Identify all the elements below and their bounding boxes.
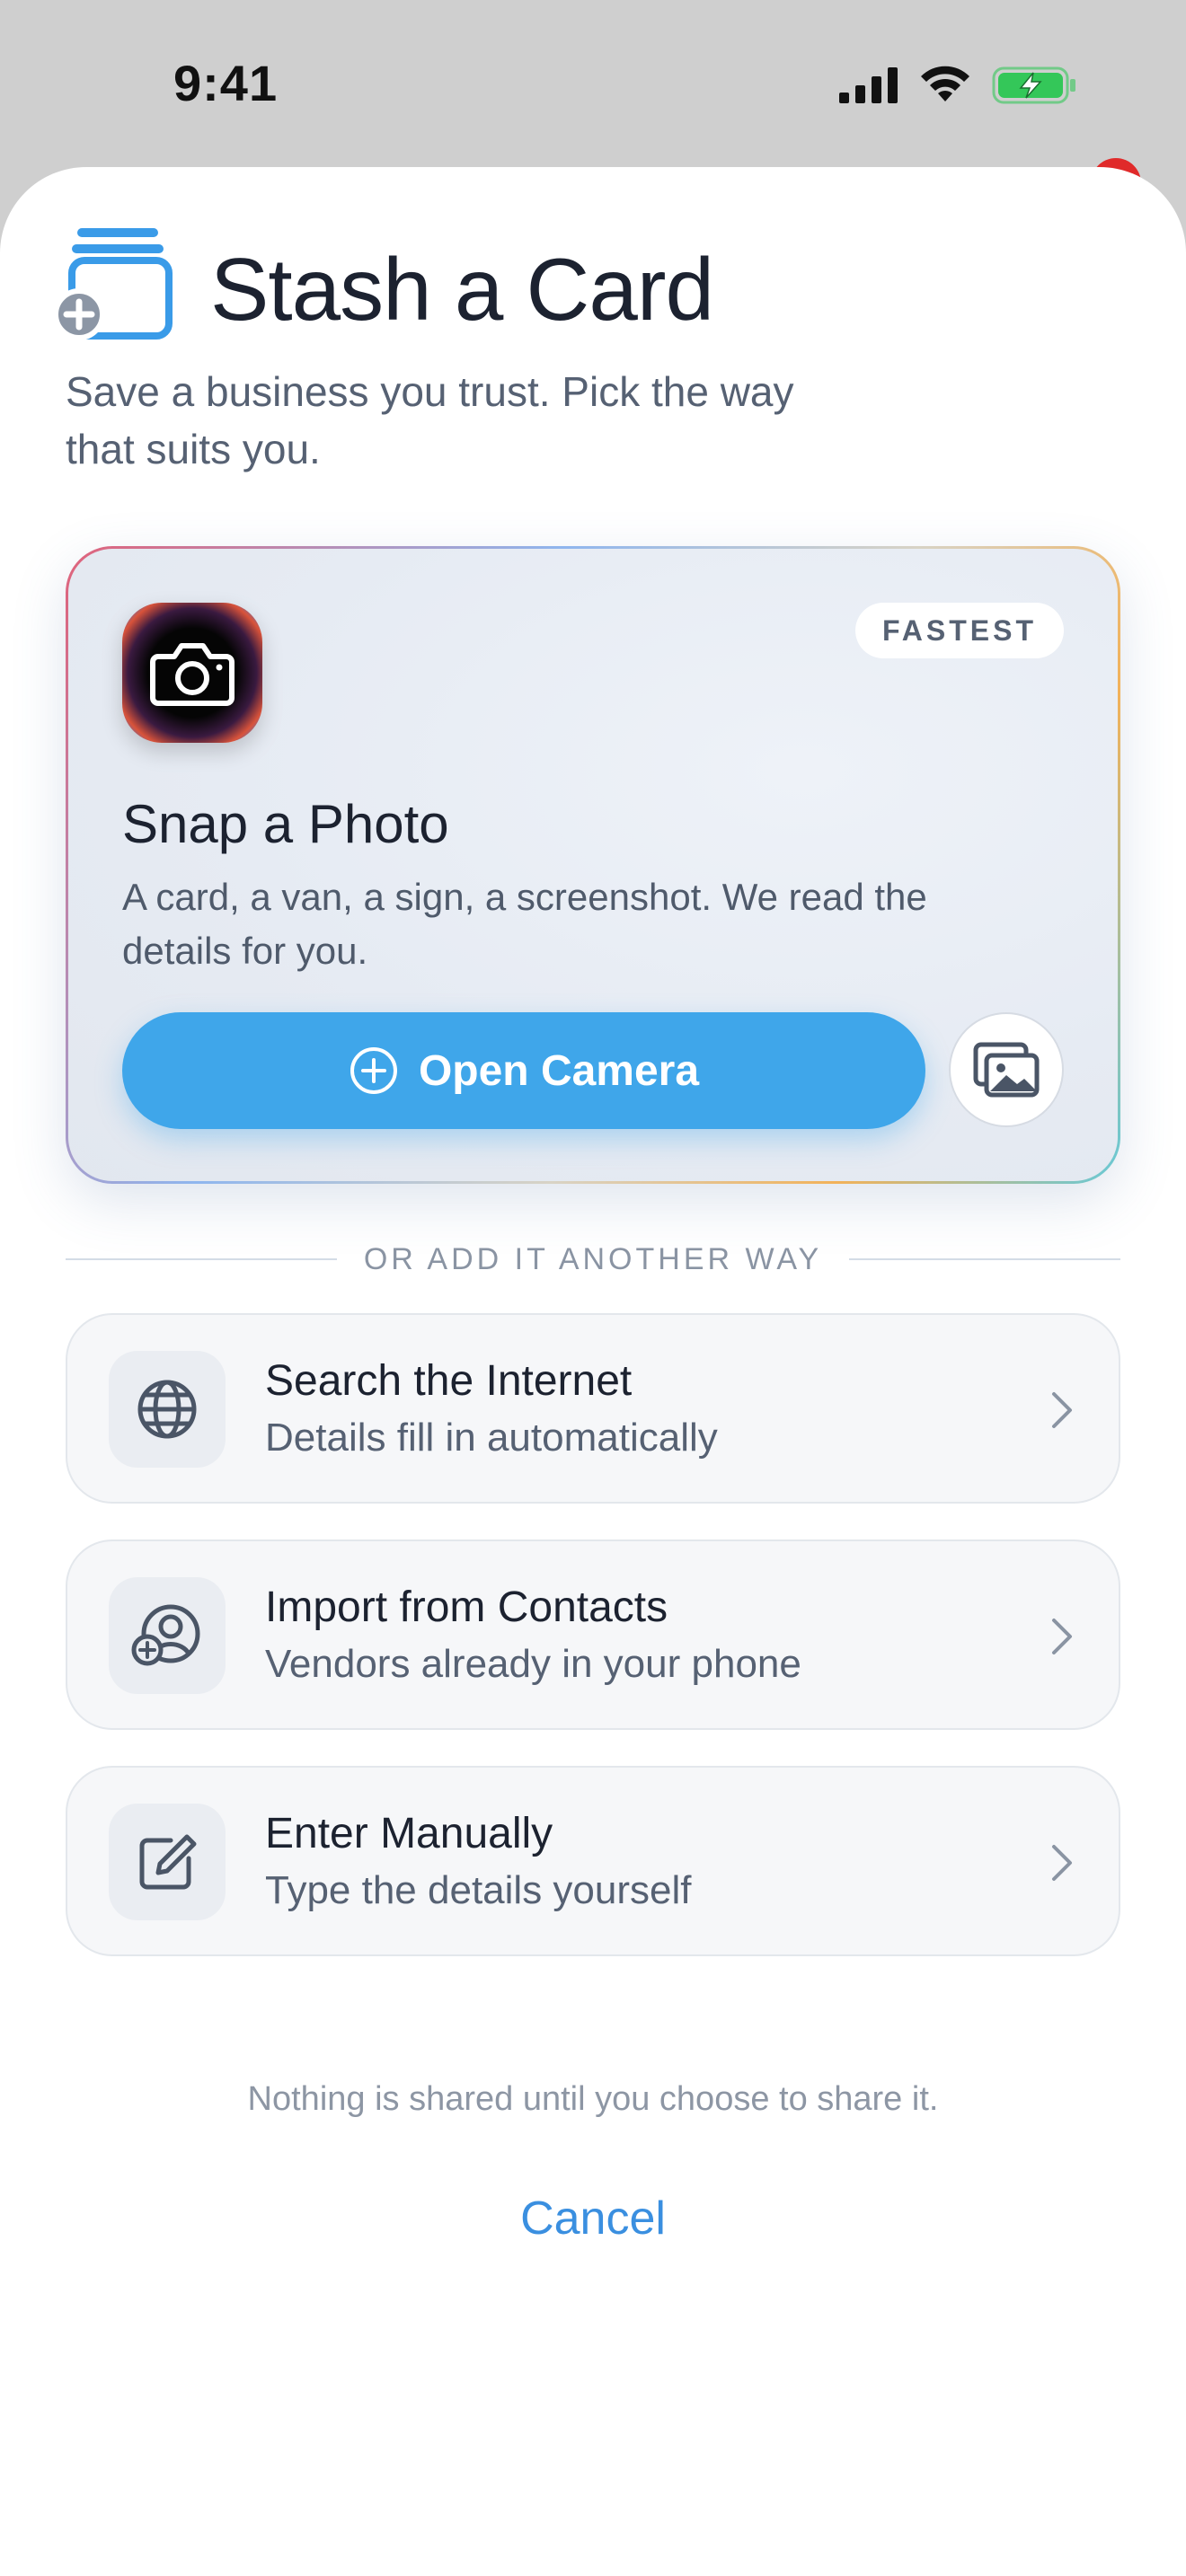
plus-circle-icon bbox=[350, 1047, 397, 1094]
divider-line-left bbox=[66, 1258, 337, 1260]
option-subtitle: Details fill in automatically bbox=[265, 1416, 718, 1460]
option-search-internet[interactable]: Search the Internet Details fill in auto… bbox=[66, 1313, 1120, 1504]
edit-icon bbox=[139, 1834, 197, 1890]
battery-icon bbox=[992, 66, 1075, 104]
camera-app-icon bbox=[122, 603, 262, 743]
status-time: 9:41 bbox=[173, 55, 279, 111]
signal-icon bbox=[839, 67, 898, 103]
option-icon-tile bbox=[109, 1577, 226, 1694]
option-subtitle: Type the details yourself bbox=[265, 1868, 692, 1912]
photo-library-icon bbox=[973, 1042, 1040, 1098]
option-title: Import from Contacts bbox=[265, 1584, 668, 1631]
option-enter-manually[interactable]: Enter Manually Type the details yourself bbox=[66, 1766, 1120, 1956]
status-icons bbox=[839, 63, 1078, 108]
divider-line-right bbox=[849, 1258, 1120, 1260]
stacked-cards-add-icon bbox=[52, 221, 178, 347]
fastest-badge: FASTEST bbox=[854, 603, 1064, 658]
alternative-divider: OR ADD IT ANOTHER WAY bbox=[66, 1239, 1120, 1279]
privacy-note: Nothing is shared until you choose to sh… bbox=[247, 2080, 939, 2118]
header: Stash a Card bbox=[52, 221, 1130, 347]
chevron-right-icon bbox=[1052, 1619, 1072, 1654]
add-card-sheet: Stash a Card Save a business you trust. … bbox=[0, 167, 1186, 2576]
divider-label: OR ADD IT ANOTHER WAY bbox=[363, 1241, 823, 1276]
option-import-contacts[interactable]: Import from Contacts Vendors already in … bbox=[66, 1539, 1120, 1730]
globe-icon bbox=[137, 1380, 197, 1439]
photo-library-button[interactable] bbox=[949, 1012, 1064, 1127]
wifi-icon bbox=[921, 66, 969, 101]
option-title: Search the Internet bbox=[265, 1357, 633, 1405]
snap-photo-title: Snap a Photo bbox=[122, 794, 449, 854]
option-icon-tile bbox=[109, 1351, 226, 1468]
camera-icon bbox=[150, 643, 235, 706]
status-bar: 9:41 bbox=[0, 0, 1186, 167]
open-camera-button[interactable]: Open Camera bbox=[122, 1012, 925, 1129]
option-icon-tile bbox=[109, 1804, 226, 1920]
open-camera-label: Open Camera bbox=[418, 1046, 700, 1095]
option-title: Enter Manually bbox=[265, 1810, 553, 1857]
page-subtitle: Save a business you trust. Pick the way … bbox=[66, 368, 794, 472]
snap-photo-card[interactable]: FASTEST Snap a Photo A card, a van, a si… bbox=[66, 546, 1120, 1184]
snap-photo-card-body: FASTEST Snap a Photo A card, a van, a si… bbox=[68, 549, 1118, 1181]
add-contact-icon bbox=[131, 1604, 200, 1666]
option-subtitle: Vendors already in your phone bbox=[265, 1642, 801, 1686]
cancel-button[interactable]: Cancel bbox=[0, 2192, 1186, 2245]
snap-photo-description: A card, a van, a sign, a screenshot. We … bbox=[122, 876, 927, 972]
page-title: Stash a Card bbox=[210, 240, 714, 339]
chevron-right-icon bbox=[1052, 1392, 1072, 1428]
chevron-right-icon bbox=[1052, 1845, 1072, 1881]
